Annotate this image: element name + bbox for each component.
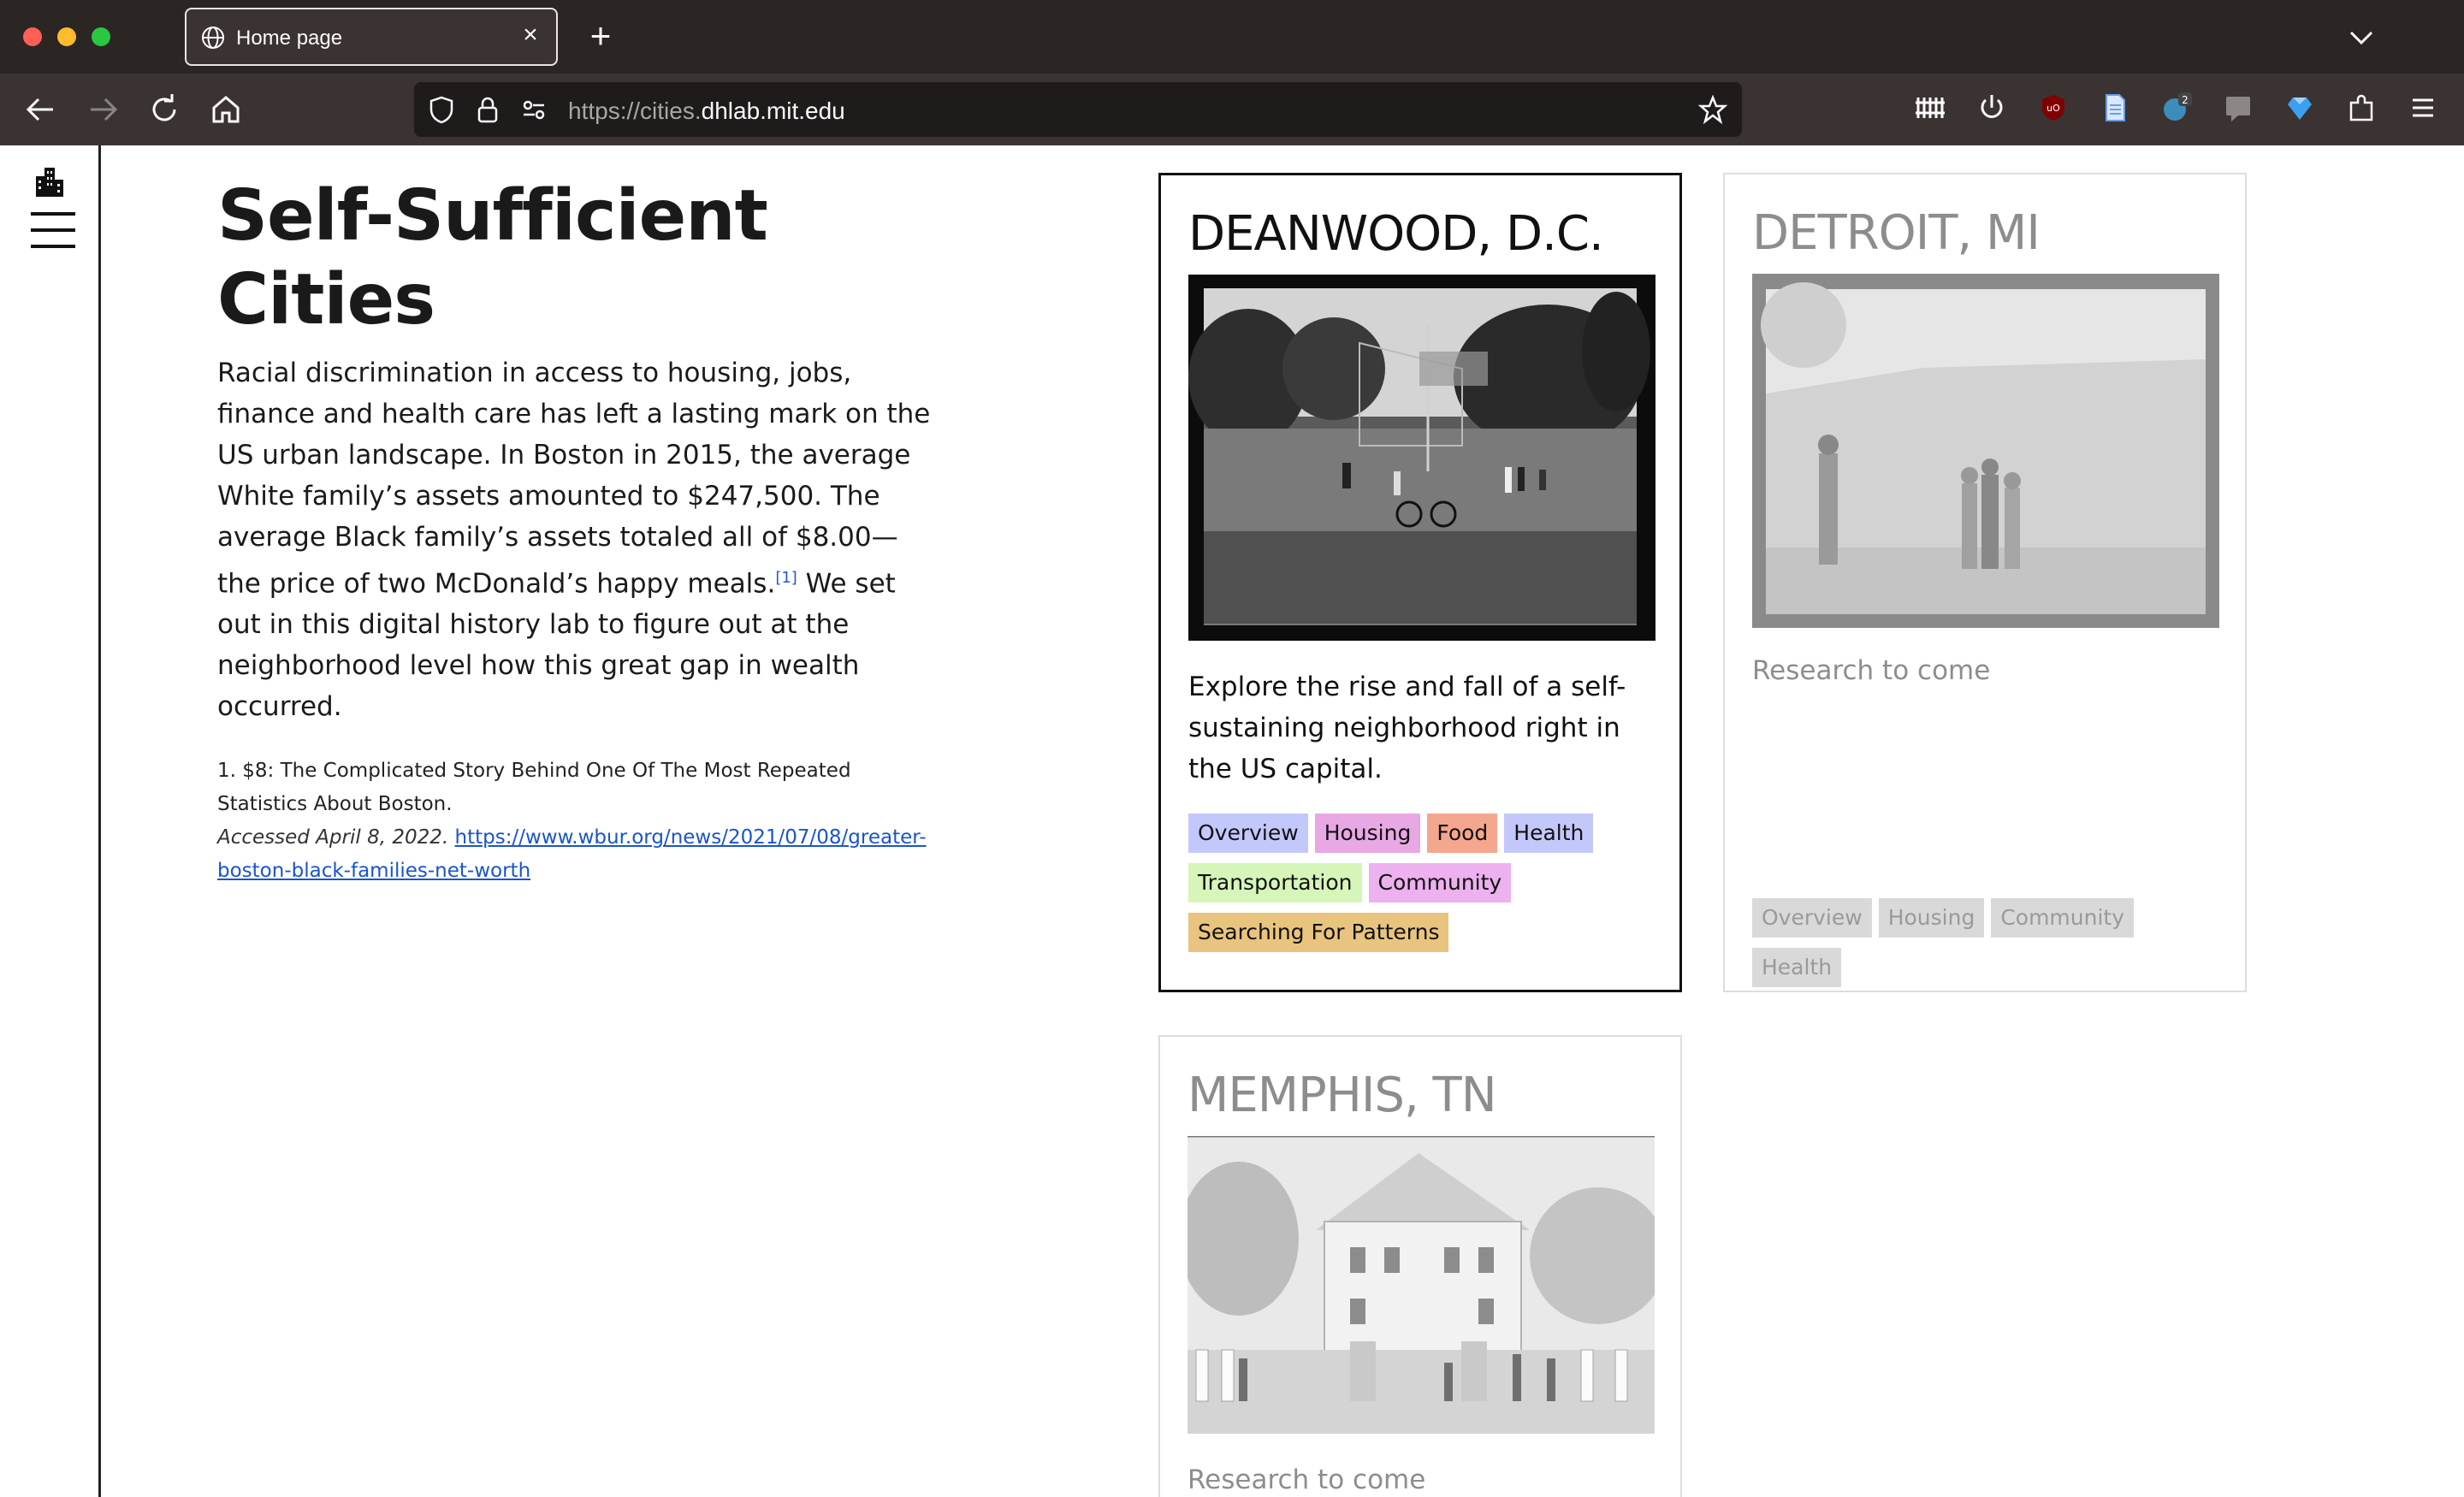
city-card-memphis[interactable]: MEMPHIS, TN Research to come	[1158, 1035, 1682, 1497]
tag-housing[interactable]: Housing	[1878, 898, 1985, 938]
tag-housing[interactable]: Housing	[1314, 814, 1421, 853]
topic-tags: Overview Housing Food Health Transportation C…	[1188, 814, 1667, 962]
topic-tags: Overview Housing Community Health	[1752, 898, 2231, 997]
card-title[interactable]: DETROIT, MI	[1752, 205, 2040, 261]
footnote-ref-link[interactable]: [1]	[775, 569, 797, 587]
shield-icon[interactable]	[426, 94, 457, 125]
intro-section: Self-Sufficient Cities Racial discrimina…	[217, 175, 936, 888]
globe-icon	[202, 27, 224, 49]
hamburger-menu-icon[interactable]	[2406, 91, 2440, 125]
page-title: Self-Sufficient Cities	[217, 175, 768, 340]
card-description: Explore the rise and fall of a self-sust…	[1188, 672, 1626, 784]
card-title[interactable]: MEMPHIS, TN	[1188, 1068, 1497, 1123]
lock-icon[interactable]	[472, 94, 503, 125]
footnote-accessed: Accessed April 8, 2022.	[217, 826, 449, 849]
puzzle-extensions-icon[interactable]	[2344, 91, 2378, 125]
tag-food[interactable]: Food	[1427, 814, 1498, 853]
tag-overview[interactable]: Overview	[1188, 814, 1308, 853]
back-arrow-icon[interactable]	[22, 91, 60, 128]
sidebar	[0, 145, 101, 1497]
intro-text-main: Racial discrimination in access to housi…	[217, 358, 931, 600]
footnote-title: 1. $8: The Complicated Story Behind One …	[217, 760, 851, 816]
address-bar[interactable]: https://cities.dhlab.mit.edu	[414, 82, 1742, 137]
url-prefix: https://cities.	[568, 98, 702, 124]
tag-health[interactable]: Health	[1752, 948, 1842, 987]
tab-title: Home page	[236, 27, 343, 50]
memphis-photo	[1188, 1136, 1655, 1434]
city-icon[interactable]	[33, 164, 67, 198]
chevron-down-icon[interactable]	[2344, 21, 2378, 55]
tag-health[interactable]: Health	[1504, 814, 1594, 853]
new-tab-button[interactable]: +	[582, 17, 619, 55]
city-card-detroit[interactable]: DETROIT, MI Research to come Overview Hou…	[1723, 173, 2247, 992]
chat-icon[interactable]	[2221, 91, 2255, 125]
home-icon[interactable]	[207, 91, 245, 128]
star-bookmark-icon[interactable]	[1697, 94, 1728, 125]
deanwood-photo	[1188, 275, 1656, 641]
page-content: Self-Sufficient Cities Racial discrimina…	[0, 145, 2464, 1497]
card-title[interactable]: DEANWOOD, D.C.	[1188, 206, 1604, 262]
tag-community[interactable]: Community	[1368, 863, 1512, 902]
tag-overview[interactable]: Overview	[1752, 898, 1872, 938]
forward-arrow-icon[interactable]	[84, 91, 121, 128]
card-description: Research to come	[1752, 655, 1991, 686]
menu-icon[interactable]	[31, 212, 75, 248]
footnote: 1. $8: The Complicated Story Behind One …	[217, 754, 936, 888]
extension-badge-count: 2	[2182, 94, 2189, 106]
url-host: dhlab.mit.edu	[701, 98, 845, 124]
window-close-button[interactable]	[23, 27, 42, 46]
city-card-deanwood[interactable]: DEANWOOD, D.C. Explore the rise and fall…	[1158, 173, 1682, 992]
power-icon[interactable]	[1975, 91, 2009, 125]
document-icon[interactable]	[2098, 91, 2132, 125]
svg-text:uO: uO	[2046, 103, 2060, 114]
gem-icon[interactable]	[2283, 91, 2317, 125]
intro-paragraph: Racial discrimination in access to housi…	[217, 352, 936, 727]
tab-home-page[interactable]: Home page ×	[185, 8, 558, 66]
tab-strip: Home page × +	[0, 0, 2464, 74]
extension-badge-icon[interactable]: 2	[2159, 91, 2194, 125]
library-icon[interactable]	[1913, 91, 1947, 125]
tag-community[interactable]: Community	[1991, 898, 2135, 938]
url-text[interactable]: https://cities.dhlab.mit.edu	[568, 98, 845, 125]
ublock-origin-icon[interactable]: uO	[2036, 91, 2070, 125]
close-tab-icon[interactable]: ×	[517, 21, 544, 49]
card-description: Research to come	[1188, 1464, 1426, 1495]
navigation-toolbar: https://cities.dhlab.mit.edu uO 2	[0, 74, 2464, 145]
window-maximize-button[interactable]	[92, 27, 110, 46]
reload-icon[interactable]	[145, 91, 183, 128]
detroit-photo	[1752, 274, 2219, 628]
window-minimize-button[interactable]	[57, 27, 76, 46]
tag-searching-for-patterns[interactable]: Searching For Patterns	[1188, 913, 1449, 952]
tag-transportation[interactable]: Transportation	[1188, 863, 1362, 902]
site-settings-icon[interactable]	[518, 94, 549, 125]
